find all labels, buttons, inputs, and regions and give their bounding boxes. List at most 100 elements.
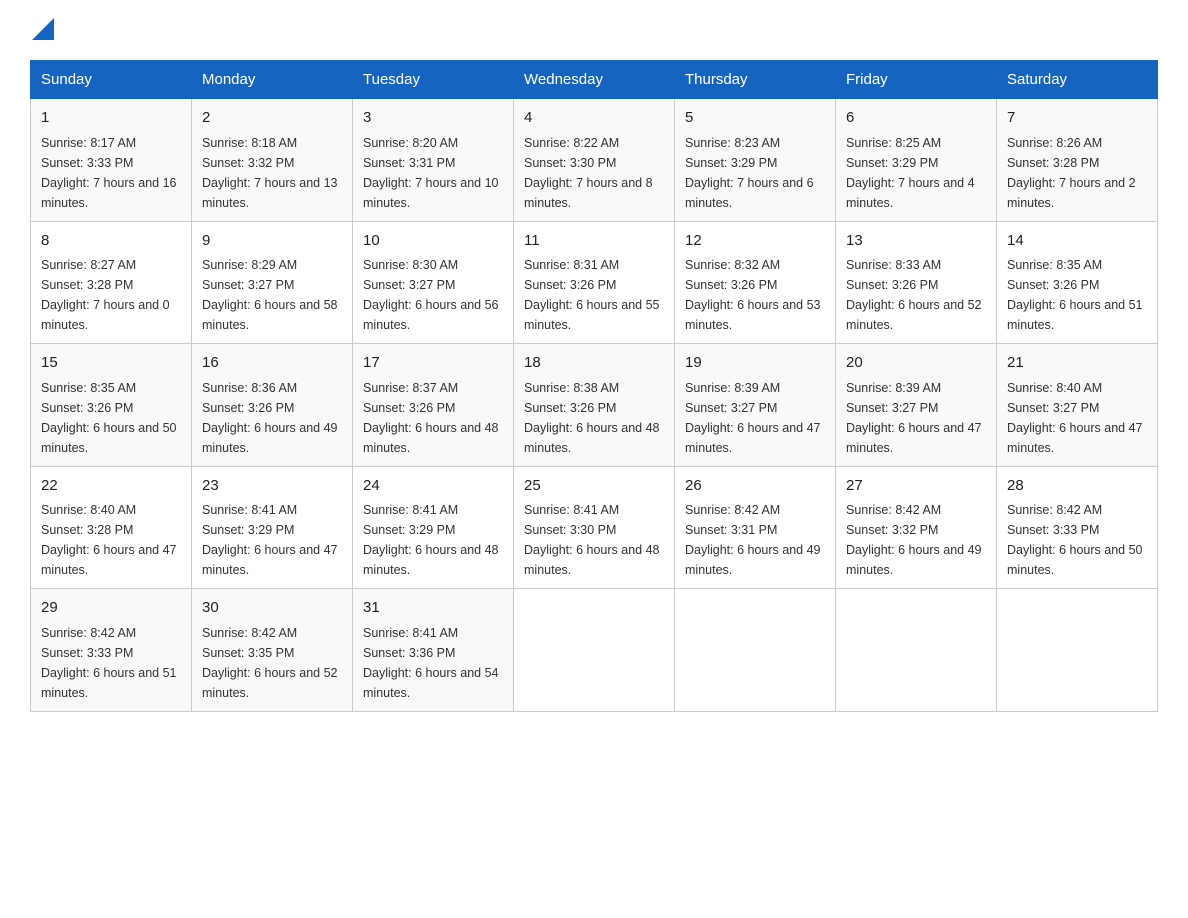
day-info: Sunrise: 8:42 AMSunset: 3:35 PMDaylight:… [202, 623, 342, 703]
calendar-cell: 21 Sunrise: 8:40 AMSunset: 3:27 PMDayligh… [997, 344, 1158, 467]
day-info: Sunrise: 8:18 AMSunset: 3:32 PMDaylight:… [202, 133, 342, 213]
calendar-cell: 5 Sunrise: 8:23 AMSunset: 3:29 PMDaylight… [675, 99, 836, 222]
weekday-header-thursday: Thursday [675, 61, 836, 99]
calendar-week-row: 8Sunrise: 8:27 AMSunset: 3:28 PMDaylight… [31, 221, 1158, 344]
day-number: 29 [41, 597, 181, 620]
day-number: 14 [1007, 230, 1147, 253]
page-header [30, 20, 1158, 40]
weekday-header-sunday: Sunday [31, 61, 192, 99]
day-number: 26 [685, 475, 825, 498]
day-info: Sunrise: 8:17 AMSunset: 3:33 PMDaylight:… [41, 133, 181, 213]
day-number: 22 [41, 475, 181, 498]
day-info: Sunrise: 8:25 AMSunset: 3:29 PMDaylight:… [846, 133, 986, 213]
day-info: Sunrise: 8:26 AMSunset: 3:28 PMDaylight:… [1007, 133, 1147, 213]
day-number: 28 [1007, 475, 1147, 498]
calendar-week-row: 29 Sunrise: 8:42 AMSunset: 3:33 PMDayligh… [31, 589, 1158, 712]
logo-triangle-icon [32, 18, 54, 40]
day-number: 18 [524, 352, 664, 375]
day-number: 5 [685, 107, 825, 130]
day-number: 6 [846, 107, 986, 130]
calendar-cell: 18 Sunrise: 8:38 AMSunset: 3:26 PMDayligh… [514, 344, 675, 467]
day-info: Sunrise: 8:31 AMSunset: 3:26 PMDaylight:… [524, 255, 664, 335]
day-info: Sunrise: 8:38 AMSunset: 3:26 PMDaylight:… [524, 378, 664, 458]
calendar-cell: 10Sunrise: 8:30 AMSunset: 3:27 PMDayligh… [353, 221, 514, 344]
day-number: 23 [202, 475, 342, 498]
day-number: 8 [41, 230, 181, 253]
day-number: 11 [524, 230, 664, 253]
calendar-cell: 30 Sunrise: 8:42 AMSunset: 3:35 PMDayligh… [192, 589, 353, 712]
calendar-table: SundayMondayTuesdayWednesdayThursdayFrid… [30, 60, 1158, 712]
day-info: Sunrise: 8:42 AMSunset: 3:32 PMDaylight:… [846, 500, 986, 580]
day-info: Sunrise: 8:42 AMSunset: 3:31 PMDaylight:… [685, 500, 825, 580]
day-number: 25 [524, 475, 664, 498]
calendar-cell: 1 Sunrise: 8:17 AMSunset: 3:33 PMDaylight… [31, 99, 192, 222]
day-number: 20 [846, 352, 986, 375]
day-info: Sunrise: 8:35 AMSunset: 3:26 PMDaylight:… [41, 378, 181, 458]
day-number: 1 [41, 107, 181, 130]
day-number: 3 [363, 107, 503, 130]
logo [30, 20, 54, 40]
calendar-week-row: 22Sunrise: 8:40 AMSunset: 3:28 PMDayligh… [31, 466, 1158, 589]
calendar-cell: 23Sunrise: 8:41 AMSunset: 3:29 PMDayligh… [192, 466, 353, 589]
calendar-cell: 24Sunrise: 8:41 AMSunset: 3:29 PMDayligh… [353, 466, 514, 589]
day-info: Sunrise: 8:41 AMSunset: 3:29 PMDaylight:… [363, 500, 503, 580]
calendar-cell: 16 Sunrise: 8:36 AMSunset: 3:26 PMDayligh… [192, 344, 353, 467]
weekday-header-wednesday: Wednesday [514, 61, 675, 99]
day-number: 15 [41, 352, 181, 375]
day-number: 19 [685, 352, 825, 375]
day-info: Sunrise: 8:41 AMSunset: 3:30 PMDaylight:… [524, 500, 664, 580]
calendar-cell: 17Sunrise: 8:37 AMSunset: 3:26 PMDayligh… [353, 344, 514, 467]
day-number: 21 [1007, 352, 1147, 375]
calendar-week-row: 15 Sunrise: 8:35 AMSunset: 3:26 PMDayligh… [31, 344, 1158, 467]
day-info: Sunrise: 8:29 AMSunset: 3:27 PMDaylight:… [202, 255, 342, 335]
calendar-cell: 19 Sunrise: 8:39 AMSunset: 3:27 PMDayligh… [675, 344, 836, 467]
day-number: 10 [363, 230, 503, 253]
weekday-header-saturday: Saturday [997, 61, 1158, 99]
weekday-header-tuesday: Tuesday [353, 61, 514, 99]
weekday-header-monday: Monday [192, 61, 353, 99]
day-number: 31 [363, 597, 503, 620]
day-info: Sunrise: 8:41 AMSunset: 3:29 PMDaylight:… [202, 500, 342, 580]
calendar-cell: 22Sunrise: 8:40 AMSunset: 3:28 PMDayligh… [31, 466, 192, 589]
calendar-cell [514, 589, 675, 712]
weekday-header-friday: Friday [836, 61, 997, 99]
calendar-cell: 15 Sunrise: 8:35 AMSunset: 3:26 PMDayligh… [31, 344, 192, 467]
calendar-week-row: 1 Sunrise: 8:17 AMSunset: 3:33 PMDaylight… [31, 99, 1158, 222]
calendar-cell: 12Sunrise: 8:32 AMSunset: 3:26 PMDayligh… [675, 221, 836, 344]
day-info: Sunrise: 8:40 AMSunset: 3:27 PMDaylight:… [1007, 378, 1147, 458]
calendar-cell [836, 589, 997, 712]
day-info: Sunrise: 8:42 AMSunset: 3:33 PMDaylight:… [1007, 500, 1147, 580]
day-info: Sunrise: 8:36 AMSunset: 3:26 PMDaylight:… [202, 378, 342, 458]
day-number: 30 [202, 597, 342, 620]
calendar-cell: 26Sunrise: 8:42 AMSunset: 3:31 PMDayligh… [675, 466, 836, 589]
calendar-cell: 2 Sunrise: 8:18 AMSunset: 3:32 PMDaylight… [192, 99, 353, 222]
day-number: 9 [202, 230, 342, 253]
calendar-cell: 25Sunrise: 8:41 AMSunset: 3:30 PMDayligh… [514, 466, 675, 589]
day-number: 13 [846, 230, 986, 253]
day-number: 12 [685, 230, 825, 253]
day-number: 2 [202, 107, 342, 130]
day-info: Sunrise: 8:23 AMSunset: 3:29 PMDaylight:… [685, 133, 825, 213]
calendar-cell: 27Sunrise: 8:42 AMSunset: 3:32 PMDayligh… [836, 466, 997, 589]
calendar-cell: 9Sunrise: 8:29 AMSunset: 3:27 PMDaylight… [192, 221, 353, 344]
day-info: Sunrise: 8:27 AMSunset: 3:28 PMDaylight:… [41, 255, 181, 335]
calendar-cell [997, 589, 1158, 712]
day-info: Sunrise: 8:42 AMSunset: 3:33 PMDaylight:… [41, 623, 181, 703]
day-info: Sunrise: 8:41 AMSunset: 3:36 PMDaylight:… [363, 623, 503, 703]
day-number: 4 [524, 107, 664, 130]
day-info: Sunrise: 8:39 AMSunset: 3:27 PMDaylight:… [685, 378, 825, 458]
day-info: Sunrise: 8:33 AMSunset: 3:26 PMDaylight:… [846, 255, 986, 335]
day-info: Sunrise: 8:39 AMSunset: 3:27 PMDaylight:… [846, 378, 986, 458]
calendar-cell: 29 Sunrise: 8:42 AMSunset: 3:33 PMDayligh… [31, 589, 192, 712]
day-number: 16 [202, 352, 342, 375]
calendar-cell: 4 Sunrise: 8:22 AMSunset: 3:30 PMDaylight… [514, 99, 675, 222]
day-info: Sunrise: 8:30 AMSunset: 3:27 PMDaylight:… [363, 255, 503, 335]
calendar-cell: 14Sunrise: 8:35 AMSunset: 3:26 PMDayligh… [997, 221, 1158, 344]
calendar-cell: 6 Sunrise: 8:25 AMSunset: 3:29 PMDaylight… [836, 99, 997, 222]
day-number: 7 [1007, 107, 1147, 130]
calendar-cell: 11Sunrise: 8:31 AMSunset: 3:26 PMDayligh… [514, 221, 675, 344]
weekday-header-row: SundayMondayTuesdayWednesdayThursdayFrid… [31, 61, 1158, 99]
day-info: Sunrise: 8:22 AMSunset: 3:30 PMDaylight:… [524, 133, 664, 213]
day-info: Sunrise: 8:40 AMSunset: 3:28 PMDaylight:… [41, 500, 181, 580]
day-number: 17 [363, 352, 503, 375]
